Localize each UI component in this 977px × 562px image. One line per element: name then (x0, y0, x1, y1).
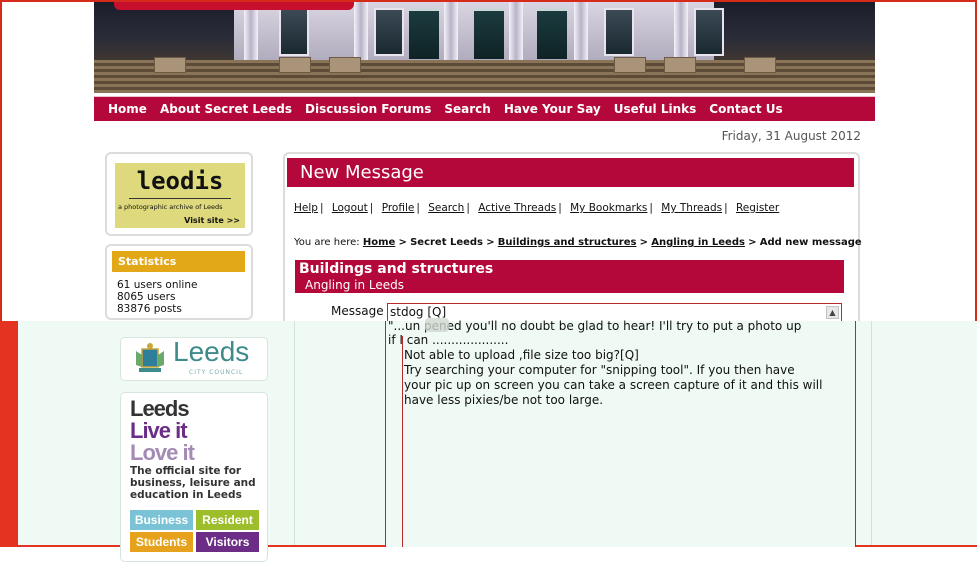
link-help[interactable]: Help (294, 202, 318, 214)
breadcrumb-current: Add new message (759, 237, 862, 248)
banner-window (694, 8, 724, 56)
banner-bench (279, 57, 311, 73)
nav-have-your-say[interactable]: Have Your Say (504, 102, 601, 116)
leodis-ad[interactable]: leodis a photographic archive of Leeds V… (105, 152, 253, 236)
message-line: Try searching your computer for "snippin… (404, 363, 795, 377)
page-title: New Message (300, 162, 424, 183)
link-search[interactable]: Search (428, 202, 464, 214)
banner-bench (154, 57, 186, 73)
breadcrumb-prefix: You are here: (294, 237, 360, 248)
resident-button[interactable]: Resident (196, 510, 259, 530)
nav-home[interactable]: Home (108, 102, 147, 116)
link-register[interactable]: Register (736, 202, 779, 214)
leodis-logo[interactable]: leodis a photographic archive of Leeds V… (115, 163, 245, 228)
link-active-threads[interactable]: Active Threads (478, 202, 556, 214)
message-line: Not able to upload ,file size too big?[Q… (404, 348, 639, 362)
leodis-logo-text: leodis (136, 167, 224, 195)
council-subtitle: CITY COUNCIL (189, 369, 244, 376)
banner-door (409, 8, 439, 59)
banner-column (444, 2, 458, 62)
page-title-bar: New Message (287, 158, 854, 187)
forum-name: Buildings and structures (299, 261, 494, 277)
banner-column (509, 2, 523, 62)
visitors-button[interactable]: Visitors (196, 532, 259, 552)
nav-useful-links[interactable]: Useful Links (614, 102, 697, 116)
banner-bench (614, 57, 646, 73)
nav-search[interactable]: Search (444, 102, 490, 116)
live-it-line-3: Love it (130, 440, 195, 465)
banner-window (279, 8, 309, 56)
link-my-bookmarks[interactable]: My Bookmarks (570, 202, 647, 214)
quote-indent-line (402, 336, 403, 547)
divider (294, 321, 295, 545)
breadcrumb-home[interactable]: Home (363, 237, 395, 248)
nav-about[interactable]: About Secret Leeds (160, 102, 292, 116)
banner-window (604, 8, 634, 56)
statistics-box: Statistics 61 users online 8065 users 83… (105, 244, 253, 320)
statistics-heading: Statistics (112, 251, 245, 272)
students-button[interactable]: Students (130, 532, 193, 552)
link-logout[interactable]: Logout (332, 202, 368, 214)
live-it-love-it-ad[interactable]: Leeds Live it Love it The official site … (120, 392, 268, 562)
stat-posts: 83876 posts (117, 303, 182, 315)
forum-header: Buildings and structures Angling in Leed… (295, 260, 844, 293)
message-line: your pic up on screen you can take a scr… (404, 378, 823, 392)
scroll-up-arrow-icon[interactable]: ▲ (826, 306, 839, 319)
banner-bench (664, 57, 696, 73)
banner-window (374, 8, 404, 56)
thread-name: Angling in Leeds (305, 278, 404, 292)
link-my-threads[interactable]: My Threads (661, 202, 722, 214)
stat-users: 8065 users (117, 291, 176, 303)
banner-column (674, 2, 688, 62)
message-line: if I can .................... (388, 333, 509, 347)
nav-forums[interactable]: Discussion Forums (305, 102, 431, 116)
breadcrumb-thread[interactable]: Angling in Leeds (651, 237, 745, 248)
user-links-bar: Help | Logout | Profile | Search | Active Th… (294, 202, 780, 214)
banner-column (244, 2, 258, 62)
breadcrumb: You are here: Home > Secret Leeds > Buil… (294, 237, 862, 248)
banner-accent-tab (114, 2, 354, 10)
banner-column (354, 2, 368, 62)
header-banner-image (94, 2, 875, 93)
nav-contact[interactable]: Contact Us (709, 102, 782, 116)
breadcrumb-section: Secret Leeds (410, 237, 484, 248)
browser-viewport-top: Home About Secret Leeds Discussion Forum… (0, 0, 977, 336)
current-date: Friday, 31 August 2012 (721, 129, 861, 143)
leodis-tagline: a photographic archive of Leeds (118, 203, 223, 211)
business-button[interactable]: Business (130, 510, 193, 530)
banner-bench (329, 57, 361, 73)
leeds-city-council-ad[interactable]: Leeds CITY COUNCIL (120, 336, 268, 381)
message-label: Message (331, 304, 384, 318)
banner-column (574, 2, 588, 62)
divider (871, 321, 872, 545)
divider (129, 198, 231, 199)
banner-door (537, 8, 567, 59)
breadcrumb-forum[interactable]: Buildings and structures (498, 237, 637, 248)
stat-users-online: 61 users online (117, 279, 198, 291)
redacted-blur (425, 318, 449, 332)
link-profile[interactable]: Profile (382, 202, 415, 214)
message-line: stdog [Q] (390, 305, 447, 319)
banner-bench (744, 57, 776, 73)
council-name: Leeds (173, 336, 250, 367)
live-it-description: The official site for business, leisure … (130, 465, 256, 501)
leodis-visit-link[interactable]: Visit site >> (184, 216, 240, 225)
banner-door (474, 8, 504, 59)
message-line: have less pixies/be not too large. (404, 393, 604, 407)
council-crest-icon (136, 343, 164, 372)
main-navigation: Home About Secret Leeds Discussion Forum… (94, 96, 875, 121)
message-line: "...un pened you'll no doubt be glad to … (388, 319, 802, 333)
